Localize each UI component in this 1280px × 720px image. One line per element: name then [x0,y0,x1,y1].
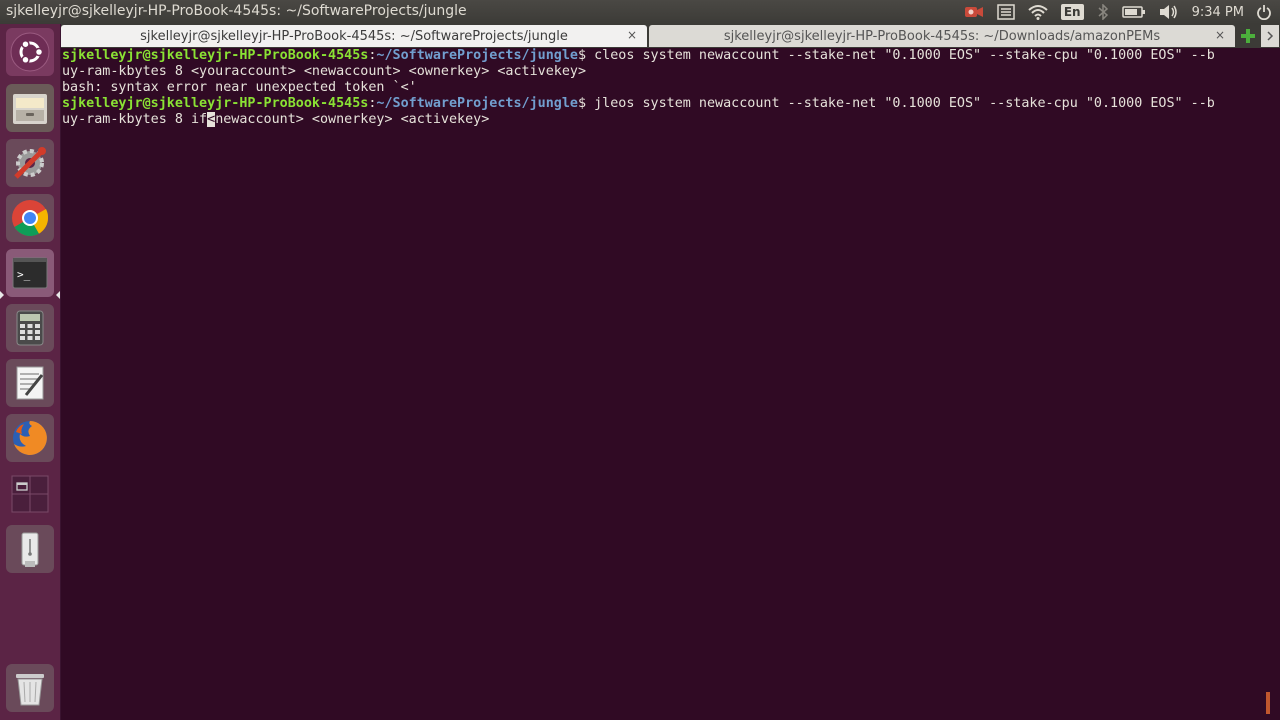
running-indicator [0,291,4,299]
clock[interactable]: 9:34 PM [1192,5,1244,20]
files-icon[interactable] [6,84,54,132]
top-panel: sjkelleyjr@sjkelleyjr-HP-ProBook-4545s: … [0,0,1280,24]
terminal-output[interactable]: sjkelleyjr@sjkelleyjr-HP-ProBook-4545s:~… [61,48,1270,720]
launcher: >_ [0,24,61,720]
input-after-cursor: newaccount> <ownerkey> <activekey> [215,112,490,127]
error-line: bash: syntax error near unexpected token… [62,80,417,95]
tab-jungle[interactable]: sjkelleyjr@sjkelleyjr-HP-ProBook-4545s: … [61,25,647,47]
prompt-path: ~/SoftwareProjects/jungle [376,96,578,111]
tab-amazonpems[interactable]: sjkelleyjr@sjkelleyjr-HP-ProBook-4545s: … [649,25,1235,47]
chevron-right-icon [1267,31,1274,41]
power-icon[interactable] [1256,0,1272,24]
battery-icon[interactable] [1121,0,1146,24]
keyboard-icon[interactable]: En [1060,0,1084,24]
close-icon[interactable]: × [1215,28,1225,42]
wifi-icon[interactable] [1028,0,1048,24]
prompt-user: sjkelleyjr@sjkelleyjr-HP-ProBook-4545s [62,96,369,111]
menu-icon[interactable] [997,0,1015,24]
record-icon[interactable] [964,0,984,24]
plus-icon [1241,29,1255,43]
trash-icon[interactable] [6,664,54,712]
chrome-icon[interactable] [6,194,54,242]
system-settings-icon[interactable] [6,139,54,187]
current-input-line[interactable]: uy-ram-kbytes 8 if<newaccount> <ownerkey… [62,112,1270,128]
terminal-tab-bar: sjkelleyjr@sjkelleyjr-HP-ProBook-4545s: … [61,24,1280,48]
calculator-icon[interactable] [6,304,54,352]
new-tab-button[interactable] [1235,24,1261,48]
text-editor-icon[interactable] [6,359,54,407]
scrollbar-marker[interactable] [1266,692,1270,714]
command-text: jleos system newaccount --stake-net "0.1… [594,96,1215,111]
keyboard-layout-label: En [1060,4,1084,20]
terminal-line: sjkelleyjr@sjkelleyjr-HP-ProBook-4545s:~… [62,96,1270,112]
usb-drive-icon[interactable] [6,525,54,573]
terminal-line: sjkelleyjr@sjkelleyjr-HP-ProBook-4545s:~… [62,48,1270,64]
input-before-cursor: uy-ram-kbytes 8 if [62,112,208,127]
bluetooth-icon[interactable] [1097,0,1109,24]
volume-icon[interactable] [1159,0,1179,24]
indicator-area: En 9:34 PM [964,0,1280,24]
command-text: cleos system newaccount --stake-net "0.1… [594,48,1215,63]
window-title: sjkelleyjr@sjkelleyjr-HP-ProBook-4545s: … [6,3,467,19]
terminal-icon[interactable]: >_ [6,249,54,297]
workspace-switcher-icon[interactable] [6,470,54,518]
svg-text:>_: >_ [17,268,31,281]
ubuntu-dash-icon[interactable] [6,28,54,76]
tab-label: sjkelleyjr@sjkelleyjr-HP-ProBook-4545s: … [723,28,1161,44]
prompt-path: ~/SoftwareProjects/jungle [376,48,578,63]
prompt-dollar: $ [577,48,595,63]
tab-label: sjkelleyjr@sjkelleyjr-HP-ProBook-4545s: … [140,28,568,44]
prompt-dollar: $ [577,96,595,111]
firefox-icon[interactable] [6,414,54,462]
focused-indicator [56,291,60,299]
tab-scroll-button[interactable] [1261,25,1279,47]
close-icon[interactable]: × [627,28,637,42]
prompt-user: sjkelleyjr@sjkelleyjr-HP-ProBook-4545s [62,48,369,63]
terminal-line: uy-ram-kbytes 8 <youraccount> <newaccoun… [62,64,587,79]
text-cursor: < [207,112,216,127]
